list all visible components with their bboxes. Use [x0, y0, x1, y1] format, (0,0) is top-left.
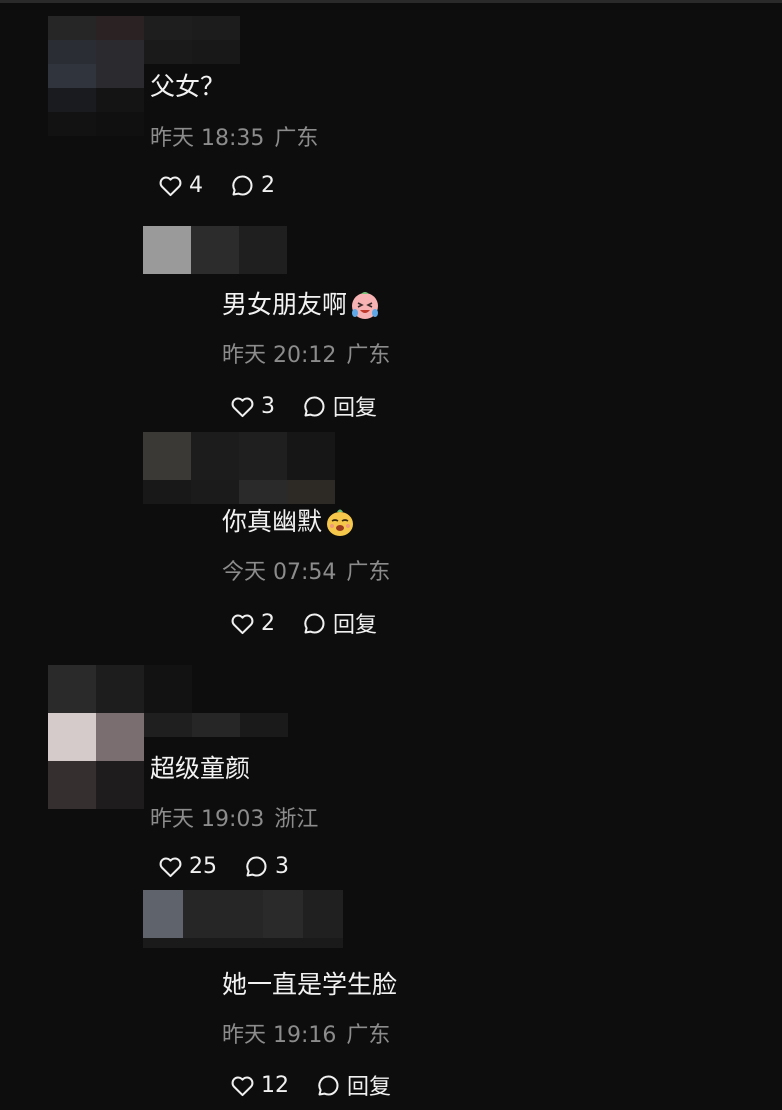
comment-actions: 25 3	[157, 853, 315, 880]
comment-actions: 3 回复	[229, 390, 403, 422]
comment-text: 男女朋友啊	[222, 288, 381, 322]
comment-actions: 2 回复	[229, 607, 403, 639]
comment-actions: 12 回复	[229, 1069, 417, 1101]
heart-icon	[231, 1075, 254, 1096]
like-button[interactable]: 4	[157, 172, 203, 199]
reply-count: 3	[275, 854, 289, 879]
comment-location: 广东	[346, 1023, 391, 1048]
comment-bubble-icon	[246, 856, 267, 877]
comment-text: 她一直是学生脸	[222, 970, 398, 999]
comment-location: 广东	[346, 343, 391, 368]
like-count: 25	[189, 854, 217, 879]
crying-laughing-face-icon	[352, 292, 379, 319]
comment-meta: 昨天 19:03 浙江	[150, 805, 318, 835]
comment-bubble-icon	[304, 395, 325, 417]
like-count: 12	[261, 1072, 289, 1098]
comment-time: 昨天 19:16	[222, 1023, 337, 1048]
reply-label: 回复	[347, 1075, 392, 1100]
comment-meta: 昨天 18:35 广东	[150, 124, 318, 154]
avatar[interactable]	[143, 890, 383, 962]
comment-time: 今天 07:54	[222, 560, 337, 585]
like-button[interactable]: 12	[229, 1072, 289, 1099]
comment-location: 浙江	[274, 807, 319, 832]
comment-meta: 昨天 19:16 广东	[222, 1021, 390, 1051]
reply-button[interactable]: 回复	[301, 390, 377, 422]
comment-time: 昨天 18:35	[150, 126, 265, 151]
comment-time: 昨天 20:12	[222, 343, 337, 368]
comment-text: 父女？	[150, 72, 226, 101]
comment-actions: 4 2	[157, 172, 301, 199]
comment-location: 广东	[274, 126, 319, 151]
reply-count-button[interactable]: 3	[243, 853, 289, 880]
reply-button[interactable]: 回复	[301, 607, 377, 639]
heart-icon	[159, 857, 182, 878]
like-count: 2	[261, 610, 275, 636]
comment-location: 广东	[346, 560, 391, 585]
heart-icon	[231, 396, 254, 417]
smirk-face-icon	[327, 509, 354, 536]
avatar[interactable]	[143, 226, 335, 274]
reply-button[interactable]: 回复	[315, 1069, 391, 1101]
reply-count: 2	[261, 173, 275, 198]
like-count: 3	[261, 393, 275, 419]
like-button[interactable]: 25	[157, 853, 217, 880]
top-divider	[0, 0, 782, 3]
comment-bubble-icon	[232, 175, 253, 196]
like-button[interactable]: 2	[229, 610, 275, 637]
comment-time: 昨天 19:03	[150, 807, 265, 832]
avatar[interactable]	[143, 432, 335, 504]
reply-label: 回复	[333, 613, 378, 638]
reply-count-button[interactable]: 2	[229, 172, 275, 199]
comment-text: 你真幽默	[222, 505, 356, 539]
comment-bubble-icon	[318, 1074, 339, 1096]
like-button[interactable]: 3	[229, 393, 275, 420]
comment-bubble-icon	[304, 612, 325, 634]
like-count: 4	[189, 173, 203, 198]
comment-meta: 今天 07:54 广东	[222, 558, 390, 588]
comment-meta: 昨天 20:12 广东	[222, 341, 390, 371]
heart-icon	[159, 176, 182, 197]
avatar[interactable]	[48, 665, 288, 809]
reply-label: 回复	[333, 396, 378, 421]
heart-icon	[231, 613, 254, 634]
comment-text: 超级童颜	[150, 754, 251, 783]
